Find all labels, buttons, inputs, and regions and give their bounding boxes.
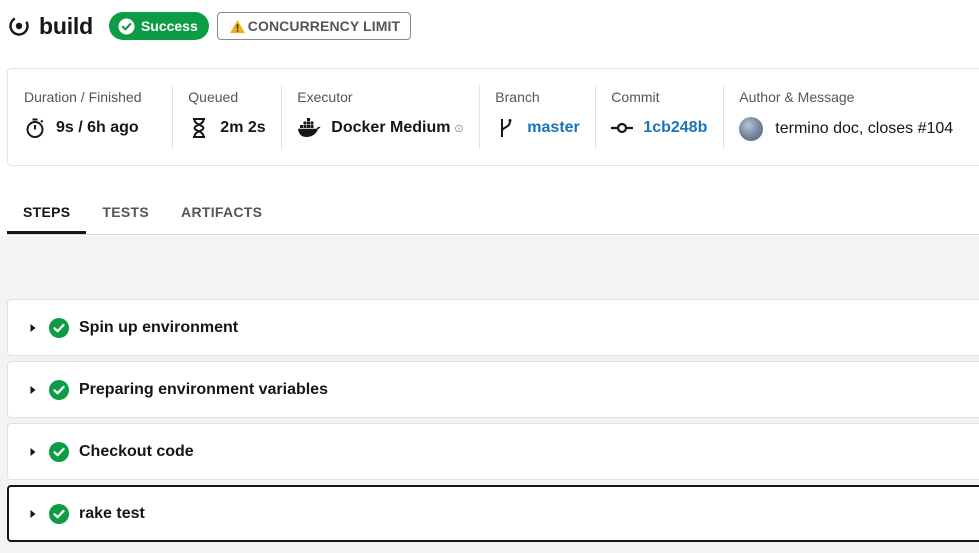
check-circle-icon — [118, 17, 135, 35]
job-summary-panel: Duration / Finished 9s / 6h ago Queued 2… — [7, 68, 979, 166]
warning-icon — [229, 19, 245, 33]
tab-steps[interactable]: STEPS — [7, 190, 87, 234]
queued-value: 2m 2s — [220, 119, 266, 136]
check-circle-icon — [49, 441, 69, 462]
branch-link[interactable]: master — [527, 119, 579, 137]
branch-label: Branch — [495, 89, 540, 105]
executor-value: Docker Medium — [331, 119, 451, 136]
avatar — [739, 117, 764, 141]
commit-cell: Commit 1cb248b — [595, 69, 723, 165]
check-circle-icon — [49, 503, 69, 524]
caret-right-icon — [30, 447, 36, 456]
duration-cell: Duration / Finished 9s / 6h ago — [8, 69, 172, 165]
info-icon[interactable] — [455, 121, 464, 136]
branch-icon — [501, 119, 512, 137]
executor-value-row: Docker Medium — [297, 117, 464, 139]
commit-value-row[interactable]: 1cb248b — [611, 117, 707, 139]
job-header: build Success CONCURRENCY LIMIT — [8, 10, 412, 42]
author-label: Author & Message — [739, 89, 855, 105]
job-title: build — [39, 12, 93, 39]
tab-tests[interactable]: TESTS — [86, 190, 165, 234]
caret-right-icon — [30, 323, 36, 332]
branch-value-row[interactable]: master — [495, 117, 580, 139]
step-row-selected[interactable]: rake test — [7, 485, 979, 542]
commit-message: termino doc, closes #104 — [775, 120, 954, 137]
duration-label: Duration / Finished — [24, 89, 142, 105]
author-value-row: termino doc, closes #104 — [739, 117, 979, 141]
hourglass-icon — [193, 118, 206, 138]
commit-icon — [611, 122, 634, 134]
job-tabs: STEPS TESTS ARTIFACTS — [7, 190, 979, 235]
status-badge-label: Success — [140, 18, 198, 34]
status-badge: Success — [108, 12, 209, 40]
queued-label: Queued — [188, 89, 239, 105]
caret-right-icon — [30, 385, 36, 394]
docker-icon — [298, 118, 321, 137]
queued-cell: Queued 2m 2s — [172, 69, 281, 165]
author-cell: Author & Message termino doc, closes #10… — [723, 69, 979, 165]
executor-label: Executor — [297, 89, 353, 105]
job-icon — [9, 16, 29, 36]
tab-artifacts[interactable]: ARTIFACTS — [165, 190, 278, 234]
caret-right-icon — [30, 509, 36, 518]
check-circle-icon — [49, 379, 69, 400]
commit-label: Commit — [611, 89, 660, 105]
step-row[interactable]: Preparing environment variables — [7, 361, 979, 418]
check-circle-icon — [49, 317, 69, 338]
step-row[interactable]: Checkout code — [7, 423, 979, 480]
concurrency-limit-badge[interactable]: CONCURRENCY LIMIT — [216, 12, 412, 40]
duration-value-row: 9s / 6h ago — [24, 117, 156, 139]
step-row[interactable]: Spin up environment — [7, 299, 979, 356]
step-name: Checkout code — [79, 442, 194, 460]
duration-value: 9s / 6h ago — [56, 119, 139, 136]
queued-value-row: 2m 2s — [188, 117, 266, 139]
stopwatch-icon — [26, 118, 44, 138]
step-name: rake test — [79, 504, 145, 522]
concurrency-limit-label: CONCURRENCY LIMIT — [247, 18, 401, 34]
commit-link[interactable]: 1cb248b — [643, 119, 707, 137]
step-name: Spin up environment — [79, 318, 239, 336]
step-name: Preparing environment variables — [79, 380, 328, 398]
executor-cell: Executor Docker Medium — [281, 69, 479, 165]
branch-cell: Branch master — [479, 69, 595, 165]
